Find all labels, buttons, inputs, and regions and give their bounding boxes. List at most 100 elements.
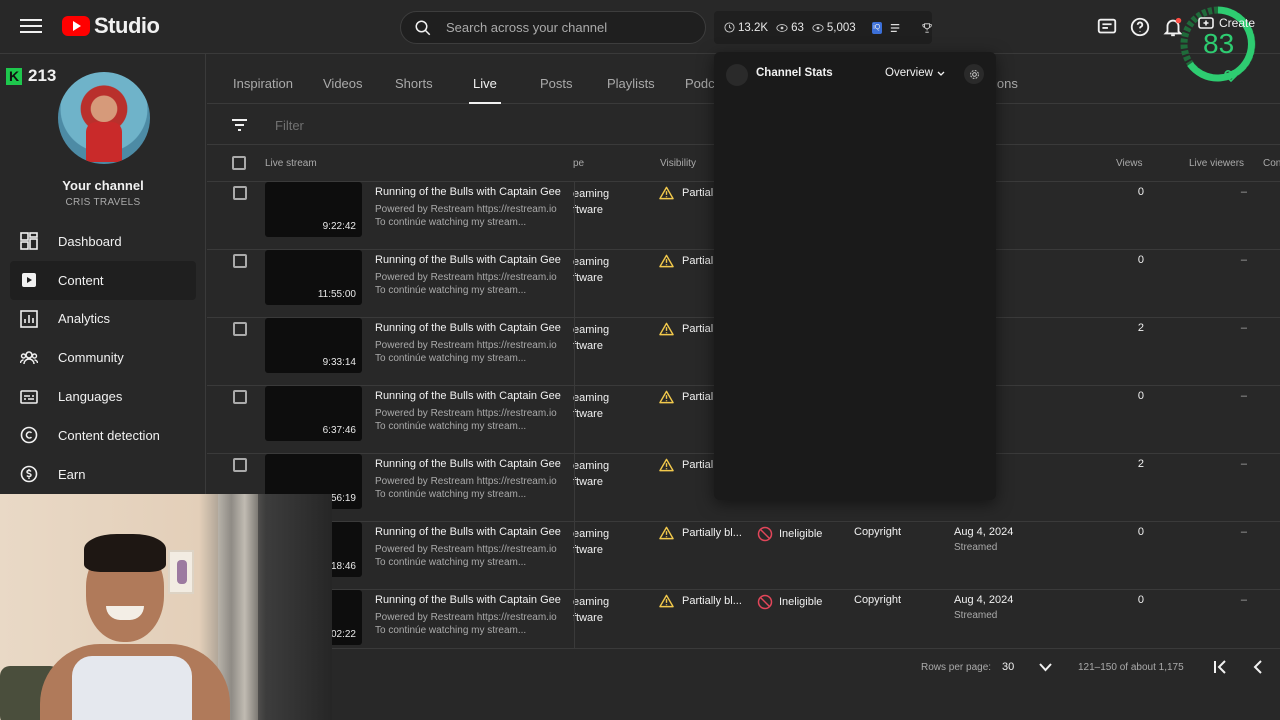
live-viewers-count: – xyxy=(1240,254,1247,266)
sidebar-item-analytics[interactable]: Analytics xyxy=(0,300,206,339)
sidebar-item-label: Analytics xyxy=(58,311,111,327)
monetization-value: Ineligible xyxy=(779,596,823,608)
sidebar-item-content[interactable]: Content xyxy=(10,260,196,300)
video-title[interactable]: Running of the Bulls with Captain Gee xyxy=(375,186,561,198)
video-title[interactable]: Running of the Bulls with Captain Gee xyxy=(375,254,561,266)
visibility-cell[interactable]: Partial xyxy=(659,322,713,336)
header-live-viewers[interactable]: Live viewers xyxy=(1189,158,1244,169)
video-title[interactable]: Running of the Bulls with Captain Gee xyxy=(375,594,561,606)
select-all-checkbox[interactable] xyxy=(232,156,246,170)
row-checkbox[interactable] xyxy=(233,254,247,268)
sidebar-nav: Dashboard Content Analytics Community La… xyxy=(0,222,206,494)
extension-stats-bar[interactable]: 13.2K 63 5,003 iQ xyxy=(714,11,932,44)
settings-gear-icon[interactable] xyxy=(964,64,984,84)
overview-dropdown[interactable]: Overview xyxy=(885,67,945,79)
content-icon xyxy=(22,273,36,288)
header-visibility[interactable]: Visibility xyxy=(660,158,696,169)
stream-type: eaming ftware xyxy=(573,526,609,558)
video-title[interactable]: Running of the Bulls with Captain Gee xyxy=(375,322,561,334)
list-icon[interactable] xyxy=(890,23,900,33)
tab-posts[interactable]: Posts xyxy=(540,54,573,104)
video-thumbnail[interactable]: 11:55:00 xyxy=(265,250,362,305)
video-description: Powered by Restream https://restream.io T… xyxy=(375,407,557,433)
filter-icon[interactable] xyxy=(231,118,248,132)
sidebar-item-content-detection[interactable]: Content detection xyxy=(0,416,206,455)
video-thumbnail[interactable]: 9:22:42 xyxy=(265,182,362,237)
visibility-cell[interactable]: Partial xyxy=(659,254,713,268)
trophy-icon[interactable] xyxy=(922,22,932,34)
create-label: Create xyxy=(1219,16,1256,30)
visibility-cell[interactable]: Partial xyxy=(659,186,713,200)
studio-logo[interactable]: Studio xyxy=(62,13,160,39)
sidebar-item-community[interactable]: Community xyxy=(0,338,206,377)
tab-inspiration[interactable]: Inspiration xyxy=(233,54,293,104)
extension-logo-icon[interactable]: iQ xyxy=(871,21,882,34)
video-thumbnail[interactable]: 6:37:46 xyxy=(265,386,362,441)
stream-type: eaming ftware xyxy=(573,254,609,286)
tab-shorts[interactable]: Shorts xyxy=(395,54,433,104)
tab-playlists[interactable]: Playlists xyxy=(607,54,655,104)
stream-type-line: ftware xyxy=(573,272,603,284)
community-icon xyxy=(20,350,38,364)
gear-icon xyxy=(969,69,979,79)
chevron-down-icon xyxy=(937,71,945,76)
tab-videos[interactable]: Videos xyxy=(323,54,363,104)
header-views[interactable]: Views xyxy=(1116,158,1143,169)
chevron-down-icon[interactable] xyxy=(1039,663,1052,672)
visibility-cell[interactable]: Partially bl... xyxy=(659,594,742,608)
visibility-cell[interactable]: Partial xyxy=(659,458,713,472)
prev-page-icon[interactable] xyxy=(1253,660,1263,674)
video-title[interactable]: Running of the Bulls with Captain Gee xyxy=(375,458,561,470)
rows-per-page-select[interactable]: 30 xyxy=(1002,661,1014,673)
header-type[interactable]: pe xyxy=(573,158,584,169)
monetization-value: Ineligible xyxy=(779,528,823,540)
header-live-stream[interactable]: Live stream xyxy=(265,158,317,169)
views-count: 0 xyxy=(1137,254,1144,266)
webcam-overlay xyxy=(0,494,332,720)
description-line: To continúe watching my stream... xyxy=(375,217,527,228)
live-viewers-count: – xyxy=(1240,526,1247,538)
row-checkbox[interactable] xyxy=(233,458,247,472)
stream-type-line: ftware xyxy=(573,612,603,624)
create-button[interactable]: Create xyxy=(1198,16,1255,30)
sidebar-item-languages[interactable]: Languages xyxy=(0,377,206,416)
sidebar-item-dashboard[interactable]: Dashboard xyxy=(0,222,206,261)
tab-podcasts[interactable]: Podc xyxy=(685,54,715,104)
video-title[interactable]: Running of the Bulls with Captain Gee xyxy=(375,390,561,402)
filter-input[interactable]: Filter xyxy=(275,118,304,133)
video-title[interactable]: Running of the Bulls with Captain Gee xyxy=(375,526,561,538)
table-row[interactable]: 18:46 Running of the Bulls with Captain G… xyxy=(207,522,1280,590)
description-line: Powered by Restream https://restream.io xyxy=(375,408,557,419)
help-icon[interactable] xyxy=(1129,16,1151,38)
channel-avatar[interactable] xyxy=(58,72,150,164)
tab-promotions[interactable]: ions xyxy=(994,54,1018,104)
row-checkbox[interactable] xyxy=(233,390,247,404)
first-page-icon[interactable] xyxy=(1213,660,1227,674)
monetization-cell[interactable]: Ineligible xyxy=(757,526,822,542)
table-row[interactable]: 02:22 Running of the Bulls with Captain G… xyxy=(207,590,1280,648)
row-checkbox[interactable] xyxy=(233,322,247,336)
tab-live[interactable]: Live xyxy=(469,54,501,104)
feedback-icon[interactable] xyxy=(1096,16,1118,38)
search-bar[interactable] xyxy=(400,11,706,44)
views-count: 0 xyxy=(1137,526,1144,538)
monetization-cell[interactable]: Ineligible xyxy=(757,594,822,610)
header-comments[interactable]: Con xyxy=(1263,158,1280,169)
stream-type: eaming ftware xyxy=(573,390,609,422)
restriction-value[interactable]: Copyright xyxy=(854,526,901,538)
live-viewers-count: – xyxy=(1240,594,1247,606)
stream-type: eaming ftware xyxy=(573,458,609,490)
row-checkbox[interactable] xyxy=(233,186,247,200)
description-line: To continúe watching my stream... xyxy=(375,353,527,364)
video-thumbnail[interactable]: 9:33:14 xyxy=(265,318,362,373)
logo-text: Studio xyxy=(94,13,160,38)
hamburger-menu-icon[interactable] xyxy=(20,15,42,37)
visibility-cell[interactable]: Partial xyxy=(659,390,713,404)
visibility-cell[interactable]: Partially bl... xyxy=(659,526,742,540)
sidebar-item-earn[interactable]: Earn xyxy=(0,455,206,494)
stream-type-line: eaming xyxy=(573,460,610,472)
search-input[interactable] xyxy=(446,20,686,35)
warning-icon xyxy=(659,186,674,200)
restriction-value[interactable]: Copyright xyxy=(854,594,901,606)
live-viewers-count: – xyxy=(1240,186,1247,198)
